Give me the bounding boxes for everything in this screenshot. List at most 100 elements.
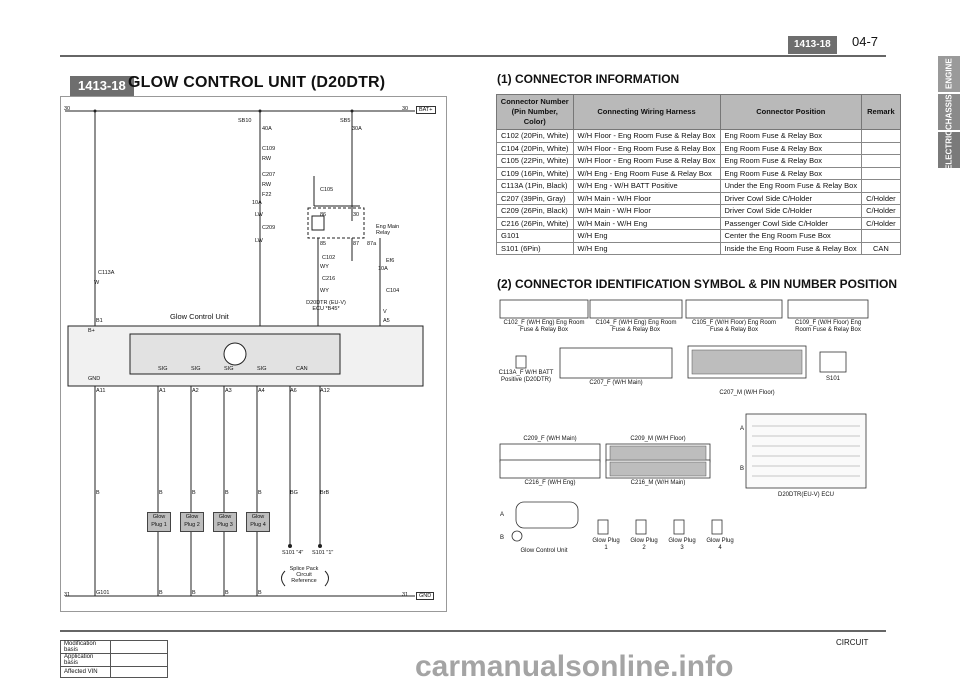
relay-85: 85 <box>320 241 327 247</box>
bot-b-2: B <box>192 590 196 596</box>
cell <box>110 666 168 678</box>
relay-87: 87 <box>353 241 360 247</box>
cell: Center the Eng Room Fuse Box <box>719 229 863 243</box>
lw-2: LW <box>255 238 263 244</box>
cell: W/H Eng - W/H BATT Positive <box>572 179 721 193</box>
pin-can: CAN <box>296 366 308 372</box>
cell: C/Holder <box>861 191 901 205</box>
rail-top-right: 30 <box>402 106 409 112</box>
ecu-label-a: A <box>740 426 745 432</box>
ecu-label-b: B <box>740 466 745 472</box>
bat-label: BAT+ <box>416 106 436 114</box>
rw-2: RW <box>262 182 272 188</box>
pin-id-a3: A3 <box>225 388 232 394</box>
side-tab-chassis[interactable]: CHASSIS <box>938 94 960 130</box>
cell: S101 (6Pin) <box>496 241 574 255</box>
cell: CAN <box>861 241 901 255</box>
gcu-caption: Glow Control Unit <box>520 548 568 554</box>
cell: C/Holder <box>861 216 901 230</box>
side-tab-engine[interactable]: ENGINE <box>938 56 960 92</box>
cell: C216 (26Pin, White) <box>496 216 574 230</box>
page-number: 04-7 <box>852 34 879 49</box>
cell: W/H Floor - Eng Room Fuse & Relay Box <box>572 141 721 155</box>
circuit-label: CIRCUIT <box>836 638 869 647</box>
col-wiring-harness: Connecting Wiring Harness <box>572 94 721 130</box>
cell: Under the Eng Room Fuse & Relay Box <box>719 179 863 193</box>
cell: Eng Room Fuse & Relay Box <box>719 129 863 143</box>
table-row: Affected VIN <box>60 666 168 678</box>
sb10-amp: 40A <box>262 126 272 132</box>
col-connector-number: Connector Number (Pin Number, Color) <box>496 94 574 130</box>
pin-gnd: GND <box>88 376 101 382</box>
table-row: Modification basis <box>60 640 168 654</box>
glow-plug-1: Glow Plug 1 <box>147 512 171 532</box>
wy-1: WY <box>320 264 329 270</box>
c207f-caption: C207_F (W/H Main) <box>589 380 643 386</box>
table-row: C102 (20Pin, White) W/H Floor - Eng Room … <box>496 129 901 143</box>
bot-b-1: B <box>159 590 163 596</box>
pin-sig-4: SIG <box>257 366 267 372</box>
pin-sig-1: SIG <box>158 366 168 372</box>
side-tab-electric[interactable]: ELECTRIC <box>938 130 960 170</box>
c207-label: C207 <box>262 172 276 178</box>
cell: W/H Floor - Eng Room Fuse & Relay Box <box>572 129 721 143</box>
cell <box>110 653 168 667</box>
wiring-diagram <box>65 109 424 597</box>
cell: C105 (22Pin, White) <box>496 154 574 168</box>
cell: W/H Main - W/H Floor <box>572 191 721 205</box>
cell <box>861 179 901 193</box>
wy-2: WY <box>320 288 329 294</box>
cell: C104 (20Pin, White) <box>496 141 574 155</box>
c216m-caption: C216_M (W/H Main) <box>630 480 686 486</box>
cell: W/H Eng <box>572 229 721 243</box>
bplus-label: B+ <box>88 328 95 334</box>
cell: Driver Cowl Side C/Holder <box>719 204 863 218</box>
s101-1: S101 "1" <box>312 550 334 556</box>
rw-1: RW <box>262 156 272 162</box>
wire-color-7: BrB <box>320 490 330 496</box>
glow-plug-2: Glow Plug 2 <box>180 512 204 532</box>
c216-label: C216 <box>322 276 336 282</box>
affected-vin: Affected VIN <box>60 666 111 678</box>
col-connector-position: Connector Position <box>719 94 863 130</box>
c104-label: C104 <box>386 288 400 294</box>
c104-caption: C104_F (W/H Eng) Eng Room Fuse & Relay B… <box>595 320 677 333</box>
relay-86: 86 <box>320 212 327 218</box>
gcu-label-a: A <box>500 512 505 518</box>
pin-sig-2: SIG <box>191 366 201 372</box>
f22-label: F22 <box>262 192 272 198</box>
cell: W/H Main - W/H Floor <box>572 204 721 218</box>
ef6-amp: 10A <box>378 266 388 272</box>
cell: Inside the Eng Room Fuse & Relay Box <box>719 241 863 255</box>
c209m-caption: C209_M (W/H Floor) <box>630 436 686 442</box>
pin-id-a6: A6 <box>290 388 297 394</box>
relay-name: Eng Main Relay <box>376 224 400 236</box>
c207m-caption: C207_M (W/H Floor) <box>719 390 775 396</box>
relay-87a: 87a <box>367 241 377 247</box>
sb10-label: SB10 <box>238 118 252 124</box>
section-badge: 1413-18 <box>70 76 134 96</box>
lw-1: LW <box>255 212 263 218</box>
ecu-caption: D20DTR(EU-V) ECU <box>777 492 834 498</box>
header-code-badge: 1413-18 <box>788 36 837 54</box>
c209f-caption: C209_F (W/H Main) <box>523 436 577 442</box>
ecu-ref: D20DTR (EU-V) ECU *B45* <box>306 300 346 312</box>
cell: Passenger Cowl Side C/Holder <box>719 216 863 230</box>
gnd-label: GND <box>416 592 435 600</box>
wire-color-5: B <box>258 490 262 496</box>
s101-4: S101 "4" <box>282 550 304 556</box>
glow-plug-1-caption: Glow Plug 1 <box>592 538 620 551</box>
c113a-label: C113A <box>98 270 115 276</box>
a5-label: A5 <box>383 318 390 324</box>
wire-color-4: B <box>225 490 229 496</box>
c216f-caption: C216_F (W/H Eng) <box>524 480 576 486</box>
sb5-label: SB5 <box>340 118 351 124</box>
wire-color-2: B <box>159 490 163 496</box>
wire-color-1: B <box>96 490 100 496</box>
ef6-label: Ef6 <box>386 258 395 264</box>
connector-info-heading: (1) CONNECTOR INFORMATION <box>497 72 680 86</box>
rail-bot-left: 31 <box>64 592 71 598</box>
cell: C109 (16Pin, White) <box>496 166 574 180</box>
application-basis: Application basis <box>60 653 111 667</box>
cell <box>110 640 168 654</box>
